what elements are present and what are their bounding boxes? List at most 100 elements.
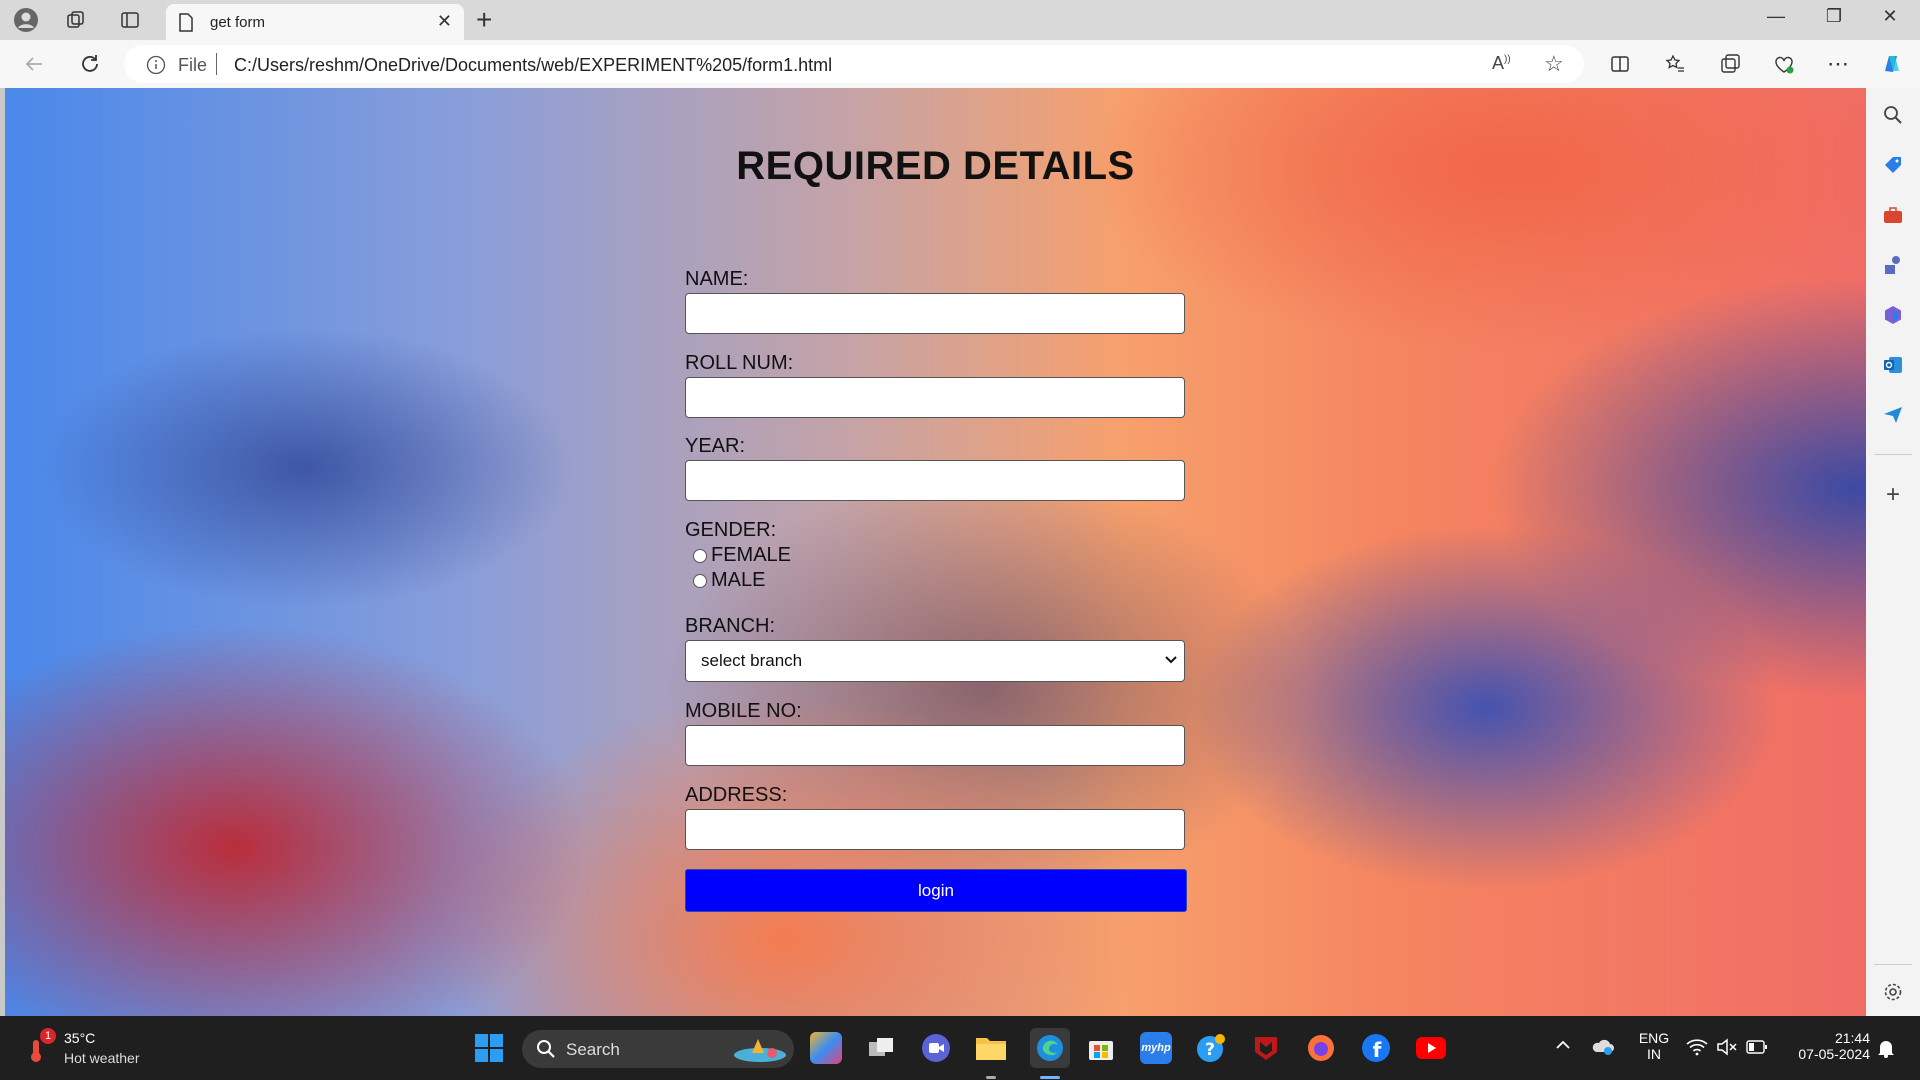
restore-button[interactable]: ❐ <box>1814 6 1854 27</box>
gender-option-male[interactable]: MALE <box>693 569 765 592</box>
send-icon[interactable] <box>1879 401 1907 429</box>
address-input[interactable] <box>685 809 1185 850</box>
new-tab-button[interactable]: + <box>476 4 492 36</box>
clock-date: 07-05-2024 <box>1798 1046 1870 1062</box>
facebook-icon[interactable]: f <box>1360 1032 1392 1064</box>
youtube-icon[interactable] <box>1415 1032 1447 1064</box>
address-label: ADDRESS: <box>685 784 788 806</box>
search-icon[interactable] <box>1879 101 1907 129</box>
favorite-star-icon[interactable]: ☆ <box>1544 51 1564 77</box>
document-icon <box>178 13 194 37</box>
microsoft-365-icon[interactable] <box>1879 301 1907 329</box>
tab-title: get form <box>210 14 266 31</box>
sidebar-divider-bottom <box>1874 964 1912 965</box>
copilot-pre-app-icon[interactable] <box>810 1032 842 1064</box>
windows-start-icon[interactable] <box>473 1032 505 1064</box>
copilot-icon[interactable] <box>1878 50 1906 78</box>
language-region: IN <box>1647 1046 1661 1062</box>
female-radio[interactable] <box>693 548 707 563</box>
meet-app-icon[interactable] <box>920 1032 952 1064</box>
search-icon <box>536 1039 556 1064</box>
help-icon[interactable]: ? <box>1195 1032 1227 1064</box>
mobile-no-label: MOBILE NO: <box>685 700 802 722</box>
task-view-icon[interactable] <box>865 1032 897 1064</box>
firefox-icon[interactable] <box>1305 1032 1337 1064</box>
address-bar-row: File C:/Users/reshm/OneDrive/Documents/w… <box>0 40 1920 88</box>
file-explorer-icon[interactable] <box>975 1032 1007 1064</box>
explorer-running-indicator <box>986 1076 996 1079</box>
clock[interactable]: 21:44 07-05-2024 <box>1782 1030 1870 1062</box>
weather-alert-badge: 1 <box>40 1028 56 1044</box>
language-indicator[interactable]: ENG IN <box>1634 1030 1674 1062</box>
web-page: REQUIRED DETAILS NAME: ROLL NUM: YEAR: G… <box>5 88 1866 1016</box>
male-radio-label: MALE <box>711 569 766 591</box>
profile-icon[interactable] <box>12 6 40 34</box>
roll-num-label: ROLL NUM: <box>685 352 794 374</box>
wifi-icon[interactable] <box>1686 1038 1708 1061</box>
close-tab-icon[interactable]: ✕ <box>437 11 452 32</box>
games-icon[interactable] <box>1879 251 1907 279</box>
edge-icon[interactable] <box>1030 1028 1070 1068</box>
name-label: NAME: <box>685 268 749 290</box>
language-code: ENG <box>1638 1030 1670 1046</box>
branch-select[interactable]: select branch <box>685 640 1185 682</box>
address-bar[interactable]: File C:/Users/reshm/OneDrive/Documents/w… <box>124 45 1584 83</box>
svg-text:?: ? <box>1205 1040 1215 1060</box>
shopping-tag-icon[interactable] <box>1879 151 1907 179</box>
chevron-down-icon <box>1164 651 1178 671</box>
taskbar-search[interactable]: Search <box>522 1030 794 1068</box>
branch-label: BRANCH: <box>685 615 776 637</box>
myhp-app-icon[interactable]: myhp <box>1140 1032 1172 1064</box>
add-sidebar-app-icon[interactable]: + <box>1879 481 1907 509</box>
mobile-no-input[interactable] <box>685 725 1185 766</box>
login-button[interactable]: login <box>685 869 1187 912</box>
tab-actions-icon[interactable] <box>116 6 144 34</box>
info-icon[interactable] <box>146 55 166 80</box>
close-window-button[interactable]: ✕ <box>1870 6 1910 27</box>
gender-option-female[interactable]: FEMALE <box>693 544 791 567</box>
female-radio-label: FEMALE <box>711 544 792 566</box>
gender-label: GENDER: <box>685 519 777 541</box>
onedrive-icon[interactable] <box>1590 1036 1614 1061</box>
settings-gear-icon[interactable] <box>1879 978 1907 1006</box>
year-input[interactable] <box>685 460 1185 501</box>
battery-icon[interactable] <box>1746 1040 1768 1059</box>
tools-icon[interactable] <box>1879 201 1907 229</box>
collections-icon[interactable] <box>1716 50 1744 78</box>
more-options-icon[interactable]: ⋯ <box>1824 50 1852 78</box>
microsoft-store-icon[interactable] <box>1085 1032 1117 1064</box>
sidebar-divider <box>1874 454 1912 455</box>
clock-time: 21:44 <box>1834 1030 1870 1046</box>
edge-active-indicator <box>1040 1076 1060 1079</box>
branch-select-value: select branch <box>701 651 803 670</box>
name-input[interactable] <box>685 293 1185 334</box>
browser-tab[interactable]: get form ✕ <box>166 4 464 40</box>
svg-text:f: f <box>1373 1038 1382 1062</box>
mcafee-icon[interactable] <box>1250 1032 1282 1064</box>
minimize-button[interactable]: — <box>1756 6 1796 27</box>
url-text[interactable]: C:/Users/reshm/OneDrive/Documents/web/EX… <box>234 55 832 76</box>
back-icon[interactable] <box>20 50 48 78</box>
notification-bell-icon[interactable] <box>1876 1038 1896 1063</box>
weather-temperature[interactable]: 35°C <box>64 1030 95 1046</box>
outlook-icon[interactable] <box>1879 351 1907 379</box>
weather-description[interactable]: Hot weather <box>64 1050 139 1066</box>
search-placeholder: Search <box>566 1040 620 1059</box>
male-radio[interactable] <box>693 573 707 588</box>
tab-bar: get form ✕ + — ❐ ✕ <box>0 0 1920 40</box>
browser-essentials-icon[interactable] <box>1770 50 1798 78</box>
address-separator <box>216 53 217 75</box>
split-screen-icon[interactable] <box>1606 50 1634 78</box>
chevron-up-icon[interactable] <box>1554 1036 1572 1059</box>
browser-sidebar: + <box>1866 88 1920 1016</box>
page-title: REQUIRED DETAILS <box>736 144 1135 188</box>
search-highlight-icon <box>732 1035 788 1068</box>
volume-muted-icon[interactable] <box>1716 1038 1738 1061</box>
year-label: YEAR: <box>685 435 746 457</box>
refresh-icon[interactable] <box>76 50 104 78</box>
windows-taskbar: 1 35°C Hot weather Search myhp ? f ENG I… <box>0 1016 1920 1080</box>
read-aloud-icon[interactable]: A)) <box>1492 53 1511 74</box>
roll-num-input[interactable] <box>685 377 1185 418</box>
workspaces-icon[interactable] <box>62 6 90 34</box>
favorites-icon[interactable] <box>1661 50 1689 78</box>
